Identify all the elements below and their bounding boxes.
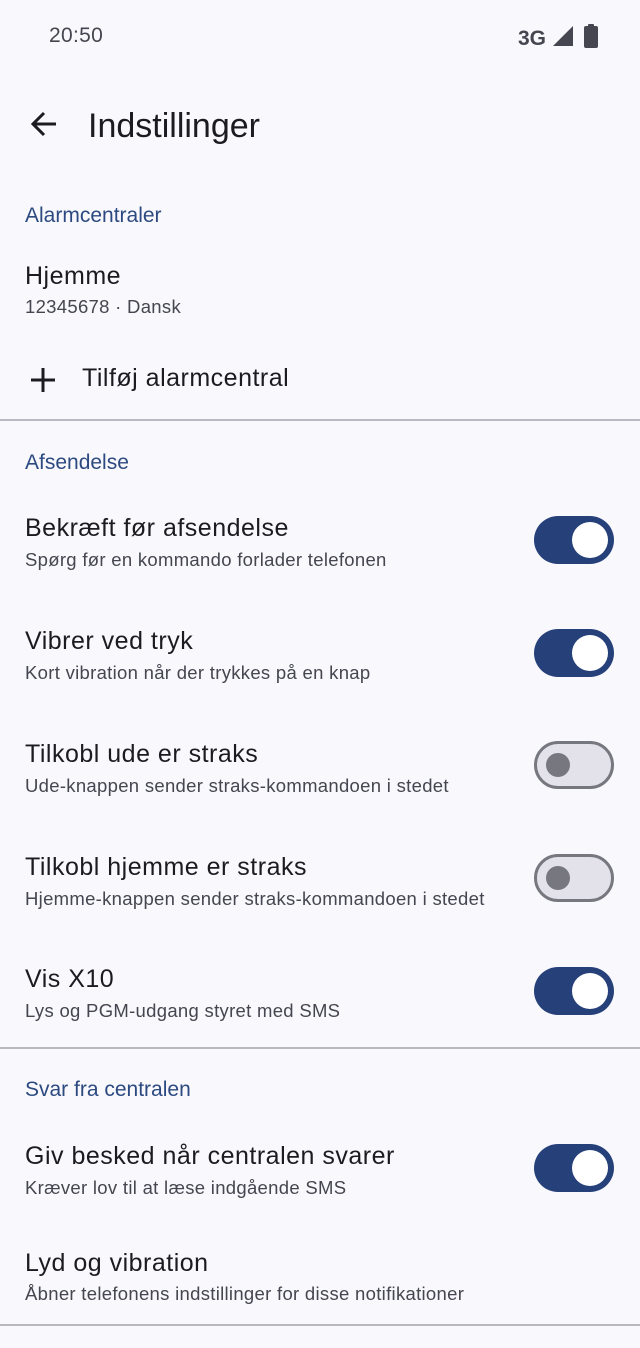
signal-icon — [552, 25, 574, 52]
alarm-central-item[interactable]: Hjemme 12345678 · Dansk — [0, 246, 640, 336]
setting-title: Vis X10 — [25, 965, 115, 993]
toggle-knob — [572, 635, 608, 671]
setting-sound-vibration[interactable]: Lyd og vibration Åbner telefonens indsti… — [0, 1232, 640, 1322]
status-bar: 20:50 3G — [0, 0, 640, 76]
add-alarm-central-label: Tilføj alarmcentral — [82, 364, 290, 392]
section-header-alarm: Alarmcentraler — [25, 204, 162, 227]
divider — [0, 1324, 640, 1326]
setting-subtitle: Hjemme-knappen sender straks-kommandoen … — [25, 888, 485, 909]
toggle-switch[interactable] — [534, 516, 614, 564]
alarm-central-subtitle: 12345678 · Dansk — [25, 296, 181, 317]
setting-subtitle: Ude-knappen sender straks-kommandoen i s… — [25, 775, 449, 796]
arrow-back-icon — [29, 109, 59, 144]
status-time: 20:50 — [49, 24, 104, 47]
page-title: Indstillinger — [88, 107, 260, 145]
battery-icon — [584, 24, 598, 53]
setting-subtitle: Spørg før en kommando forlader telefonen — [25, 549, 387, 570]
section-header-reply: Svar fra centralen — [25, 1078, 191, 1101]
toggle-knob — [572, 1150, 608, 1186]
setting-title: Tilkobl ude er straks — [25, 740, 259, 768]
toggle-switch[interactable] — [534, 854, 614, 902]
toggle-switch[interactable] — [534, 967, 614, 1015]
toggle-knob — [546, 753, 570, 777]
toggle-knob — [572, 973, 608, 1009]
setting-subtitle: Kort vibration når der trykkes på en kna… — [25, 662, 371, 683]
back-button[interactable] — [20, 102, 68, 150]
setting-confirm-before-send[interactable]: Bekræft før afsendelse Spørg før en komm… — [0, 496, 640, 606]
setting-subtitle: Åbner telefonens indstillinger for disse… — [25, 1283, 465, 1304]
setting-show-x10[interactable]: Vis X10 Lys og PGM-udgang styret med SMS — [0, 947, 640, 1047]
setting-title: Bekræft før afsendelse — [25, 514, 289, 542]
divider — [0, 419, 640, 421]
toggle-knob — [572, 522, 608, 558]
toggle-switch[interactable] — [534, 629, 614, 677]
alarm-central-title: Hjemme — [25, 262, 122, 290]
toggle-knob — [546, 866, 570, 890]
toggle-switch[interactable] — [534, 741, 614, 789]
setting-subtitle: Kræver lov til at læse indgående SMS — [25, 1177, 347, 1198]
setting-title: Tilkobl hjemme er straks — [25, 853, 307, 881]
add-alarm-central-button[interactable]: Tilføj alarmcentral — [0, 344, 640, 416]
setting-arm-away-instant[interactable]: Tilkobl ude er straks Ude-knappen sender… — [0, 722, 640, 832]
setting-arm-home-instant[interactable]: Tilkobl hjemme er straks Hjemme-knappen … — [0, 835, 640, 945]
setting-vibrate-on-press[interactable]: Vibrer ved tryk Kort vibration når der t… — [0, 609, 640, 719]
setting-title: Lyd og vibration — [25, 1249, 209, 1277]
divider — [0, 1047, 640, 1049]
setting-title: Giv besked når centralen svarer — [25, 1142, 395, 1170]
section-header-sending: Afsendelse — [25, 451, 129, 474]
app-bar: Indstillinger — [0, 76, 640, 176]
plus-icon — [30, 367, 56, 393]
setting-subtitle: Lys og PGM-udgang styret med SMS — [25, 1000, 341, 1021]
setting-title: Vibrer ved tryk — [25, 627, 194, 655]
status-indicators: 3G — [518, 24, 598, 53]
setting-notify-on-reply[interactable]: Giv besked når centralen svarer Kræver l… — [0, 1124, 640, 1230]
toggle-switch[interactable] — [534, 1144, 614, 1192]
network-type: 3G — [517, 26, 546, 50]
